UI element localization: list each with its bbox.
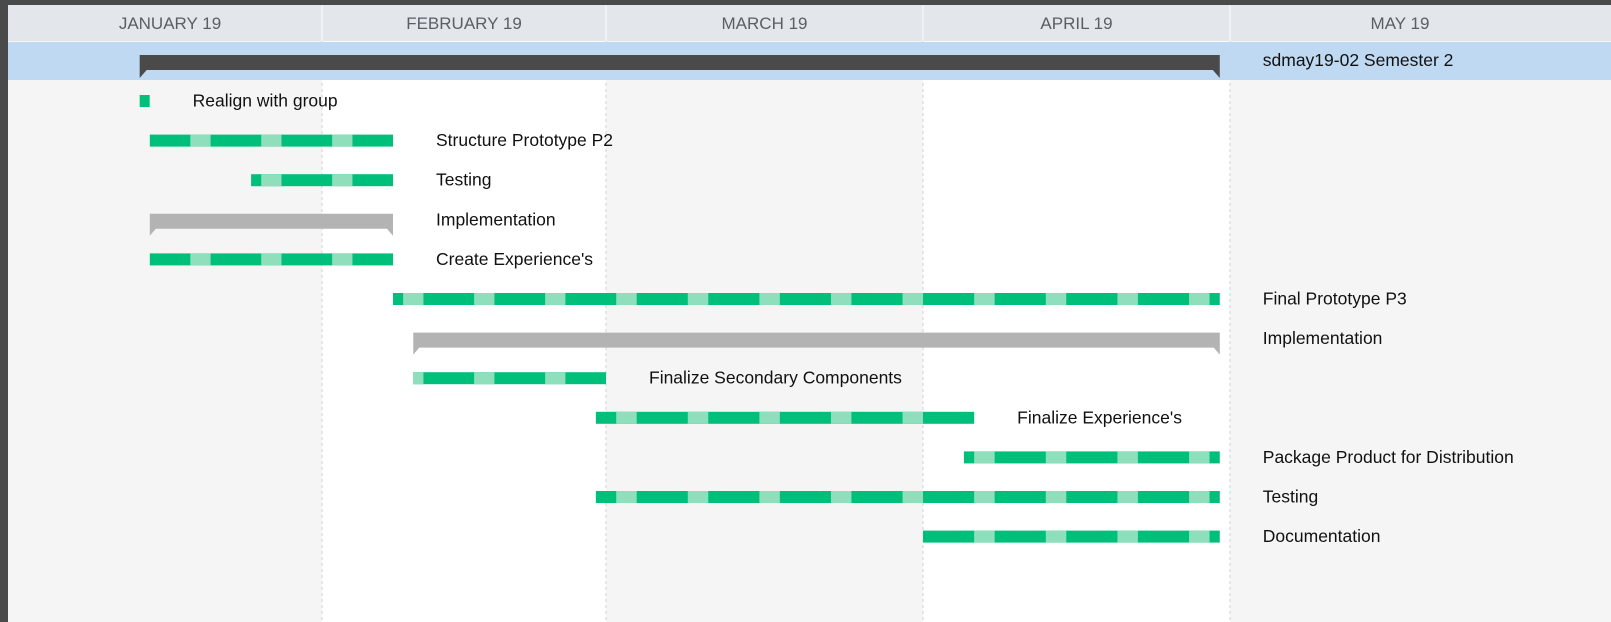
task-bar-weekend — [474, 372, 495, 385]
task-bar-weekend — [830, 411, 852, 424]
task-label: Final Prototype P3 — [1263, 289, 1407, 309]
frame-left — [0, 0, 8, 622]
task-bar-weekend — [759, 293, 780, 305]
project-label: sdmay19-02 Semester 2 — [1263, 50, 1454, 70]
task-bar-weekend — [474, 293, 495, 305]
task-bar-weekend — [1045, 293, 1067, 305]
task-bar-weekend — [687, 491, 709, 503]
task-label: Finalize Experience's — [1017, 407, 1182, 427]
task-bar-weekend — [190, 253, 211, 266]
task-bar — [923, 530, 1220, 543]
task-bar-weekend — [974, 451, 995, 464]
task-bar-weekend — [332, 134, 353, 147]
task-bar-weekend — [1117, 293, 1138, 305]
task-bar — [139, 95, 150, 107]
task-bar-weekend — [1117, 491, 1138, 503]
task-bar-weekend — [1045, 451, 1067, 464]
task-bar-weekend — [1189, 530, 1210, 543]
task-bar-weekend — [413, 372, 424, 385]
task-bar-weekend — [902, 411, 923, 424]
task-label: Create Experience's — [436, 249, 593, 269]
task-bar-weekend — [616, 293, 637, 305]
task-bar-weekend — [545, 293, 566, 305]
task-bar-weekend — [830, 293, 852, 305]
task-bar-weekend — [687, 293, 709, 305]
month-label: MARCH 19 — [722, 14, 808, 33]
task-bar-weekend — [902, 293, 923, 305]
task-bar-weekend — [830, 491, 852, 503]
task-bar-weekend — [1189, 491, 1210, 503]
month-label: FEBRUARY 19 — [406, 14, 522, 33]
task-bar-weekend — [1045, 491, 1067, 503]
month-label: MAY 19 — [1371, 14, 1430, 33]
task-label: Implementation — [436, 209, 556, 229]
task-bar-weekend — [190, 134, 211, 147]
task-bar-weekend — [902, 491, 923, 503]
task-bar-weekend — [332, 253, 353, 266]
month-label: JANUARY 19 — [119, 14, 221, 33]
month-label: APRIL 19 — [1040, 14, 1112, 33]
month-column-shade — [322, 41, 606, 622]
task-bar-weekend — [974, 293, 995, 305]
task-bar-weekend — [1045, 530, 1067, 543]
task-bar-weekend — [759, 491, 780, 503]
task-label: Realign with group — [193, 91, 338, 111]
gantt-chart: JANUARY 19 FEBRUARY 19 MARCH 19 APRIL 19 MAY… — [0, 0, 1611, 622]
task-label: Structure Prototype P2 — [436, 130, 613, 150]
task-bar-weekend — [1189, 451, 1210, 464]
task-label: Documentation — [1263, 526, 1381, 546]
task-label: Finalize Secondary Components — [649, 368, 902, 388]
task-label: Testing — [1263, 487, 1318, 507]
task-bar — [413, 372, 606, 385]
task-bar-weekend — [616, 411, 637, 424]
task-bar-weekend — [332, 174, 353, 187]
task-bar — [963, 451, 1220, 464]
task-bar-weekend — [1189, 293, 1210, 305]
task-bar-weekend — [687, 411, 709, 424]
task-label: Package Product for Distribution — [1263, 447, 1514, 467]
task-bar-weekend — [545, 372, 566, 385]
task-bar-weekend — [261, 174, 282, 187]
task-label: Testing — [436, 170, 491, 190]
task-label: Implementation — [1263, 328, 1383, 348]
task-bar-weekend — [261, 253, 282, 266]
task-bar-weekend — [1117, 451, 1138, 464]
frame-top — [0, 0, 1611, 5]
task-bar — [393, 293, 1220, 305]
task-bar-weekend — [759, 411, 780, 424]
task-bar-weekend — [616, 491, 637, 503]
task-bar-weekend — [974, 491, 995, 503]
task-bar-weekend — [261, 134, 282, 147]
task-bar-weekend — [403, 293, 424, 305]
task-bar-weekend — [1117, 530, 1138, 543]
task-bar-weekend — [974, 530, 995, 543]
